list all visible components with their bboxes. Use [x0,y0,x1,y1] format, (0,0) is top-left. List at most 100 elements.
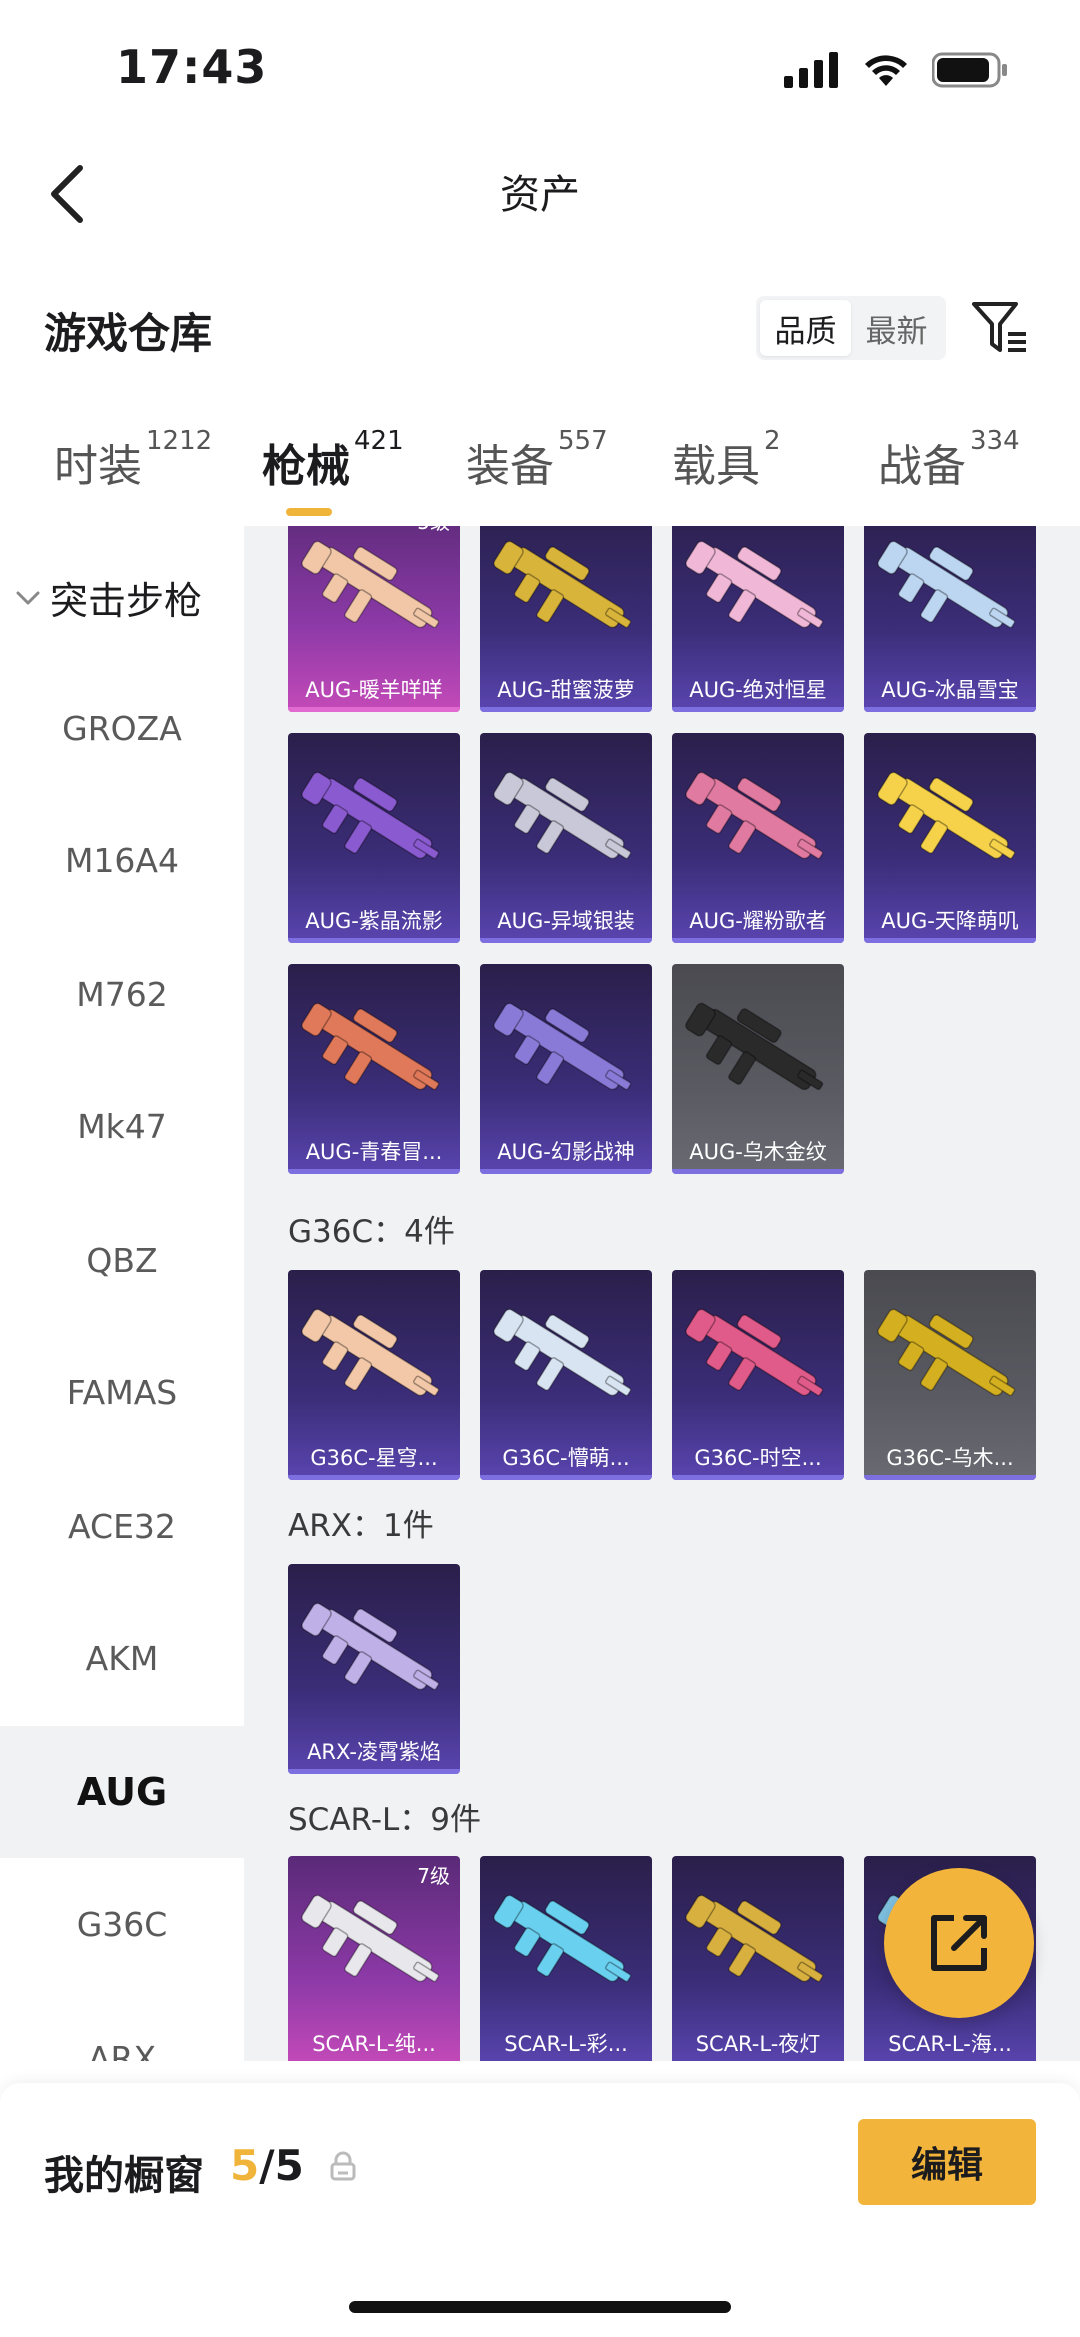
group-heading-scarl: SCAR-L：9件 [288,1802,481,1838]
weapon-name: G36C-星穹... [310,1446,438,1470]
weapon-image [301,1002,440,1091]
card-quality-bar [480,938,652,943]
weapon-level-badge: 5级 [417,526,450,535]
weapon-card[interactable]: G36C-星穹... [288,1270,460,1480]
sidebar-item-m16a4[interactable]: M16A4 [0,794,244,926]
weapon-image [877,771,1016,860]
sidebar-item-m762[interactable]: M762 [0,928,244,1060]
sidebar-item-mk47[interactable]: Mk47 [0,1060,244,1192]
weapon-card[interactable]: AUG-紫晶流影 [288,733,460,943]
weapon-image [685,1308,824,1397]
weapon-card[interactable]: G36C-时空... [672,1270,844,1480]
status-time: 17:43 [116,40,268,94]
weapon-image [301,1894,440,1983]
share-fab[interactable] [884,1868,1034,2018]
signal-icon [784,52,838,88]
weapon-name: AUG-天降萌叽 [881,909,1019,933]
weapon-image [301,1308,440,1397]
home-indicator [349,2301,731,2313]
lock-icon [330,2151,356,2181]
weapon-card[interactable]: SCAR-L-夜灯 [672,1856,844,2061]
weapon-grid: G36C：4件 ARX：1件 SCAR-L：9件 5级 AUG-暖羊咩咩 AUG-甜… [244,526,1080,2061]
showcase-bar: 我的橱窗 5/5 编辑 [0,2083,1080,2337]
card-quality-bar [864,938,1036,943]
weapon-card[interactable]: G36C-乌木... [864,1270,1036,1480]
tab-vehicles[interactable]: 载具 2 [672,426,781,494]
card-quality-bar [672,938,844,943]
weapon-card[interactable]: AUG-青春冒... [288,964,460,1174]
weapon-card[interactable]: AUG-绝对恒星 [672,526,844,712]
card-quality-bar [672,1169,844,1174]
weapon-card[interactable]: AUG-异域银装 [480,733,652,943]
sidebar-item-famas[interactable]: FAMAS [0,1326,244,1458]
weapon-card[interactable]: G36C-懵萌... [480,1270,652,1480]
sort-option-latest[interactable]: 最新 [851,300,942,356]
sidebar-group-label: 突击步枪 [50,579,203,623]
showcase-count-current: 5 [230,2141,260,2190]
tab-fashion[interactable]: 时装 1212 [54,426,212,494]
weapon-name: SCAR-L-纯... [312,2032,436,2056]
card-quality-bar [672,1475,844,1480]
filter-icon [972,302,1026,352]
weapon-name: AUG-乌木金纹 [689,1140,827,1164]
battery-icon [932,52,1007,88]
weapon-name: AUG-暖羊咩咩 [305,678,443,702]
weapon-name: G36C-乌木... [886,1446,1014,1470]
weapon-card[interactable]: SCAR-L-彩... [480,1856,652,2061]
weapon-name: AUG-青春冒... [305,1140,443,1164]
card-quality-bar [288,938,460,943]
tab-count: 2 [764,426,781,456]
sidebar-item-aug[interactable]: AUG [0,1726,244,1858]
weapon-name: AUG-冰晶雪宝 [881,678,1019,702]
weapon-card[interactable]: 7级 SCAR-L-纯... [288,1856,460,2061]
filter-button[interactable] [968,296,1032,360]
tab-count: 1212 [146,426,213,456]
weapon-card[interactable]: 5级 AUG-暖羊咩咩 [288,526,460,712]
weapon-name: SCAR-L-夜灯 [695,2032,821,2056]
sidebar-group-assault-rifle[interactable]: 突击步枪 [16,570,202,625]
card-quality-bar [480,707,652,712]
weapon-image [685,1002,824,1091]
weapon-image [685,1894,824,1983]
sort-option-quality[interactable]: 品质 [760,300,851,356]
weapon-card[interactable]: AUG-幻影战神 [480,964,652,1174]
weapon-card[interactable]: AUG-冰晶雪宝 [864,526,1036,712]
card-quality-bar [864,707,1036,712]
weapon-image [493,540,632,629]
chevron-down-icon [16,591,40,604]
tab-firearms[interactable]: 枪械 421 [262,426,404,516]
tab-combat-gear[interactable]: 战备 334 [878,426,1020,494]
weapon-name: SCAR-L-海... [888,2032,1012,2056]
weapon-name: SCAR-L-彩... [504,2032,628,2056]
sidebar-item-ace32[interactable]: ACE32 [0,1460,244,1592]
tab-equipment[interactable]: 装备 557 [466,426,608,494]
showcase-label: 我的橱窗 [44,2153,204,2199]
tab-label: 枪械 [262,441,350,492]
tab-label: 载具 [672,441,760,492]
card-quality-bar [288,1475,460,1480]
showcase-count-total: /5 [259,2141,304,2190]
status-icons [784,52,1008,88]
tab-count: 421 [354,426,404,456]
sidebar-item-arx[interactable]: ARX [0,1992,244,2062]
card-quality-bar [864,1475,1036,1480]
weapon-card[interactable]: AUG-乌木金纹 [672,964,844,1174]
weapon-image [301,1602,440,1691]
weapon-card[interactable]: ARX-凌霄紫焰 [288,1564,460,1774]
sidebar-item-groza[interactable]: GROZA [0,662,244,794]
sidebar-item-akm[interactable]: AKM [0,1592,244,1724]
weapon-name: AUG-紫晶流影 [305,909,443,933]
card-quality-bar [288,1169,460,1174]
card-quality-bar [672,707,844,712]
weapon-card[interactable]: AUG-耀粉歌者 [672,733,844,943]
group-heading-g36c: G36C：4件 [288,1214,455,1250]
tab-label: 时装 [54,441,142,492]
sidebar-item-qbz[interactable]: QBZ [0,1194,244,1326]
weapon-name: AUG-甜蜜菠萝 [497,678,635,702]
weapon-card[interactable]: AUG-天降萌叽 [864,733,1036,943]
weapon-card[interactable]: AUG-甜蜜菠萝 [480,526,652,712]
edit-button[interactable]: 编辑 [858,2119,1036,2205]
card-quality-bar [288,1769,460,1774]
weapon-name: ARX-凌霄紫焰 [307,1740,441,1764]
sidebar-item-g36c[interactable]: G36C [0,1858,244,1990]
